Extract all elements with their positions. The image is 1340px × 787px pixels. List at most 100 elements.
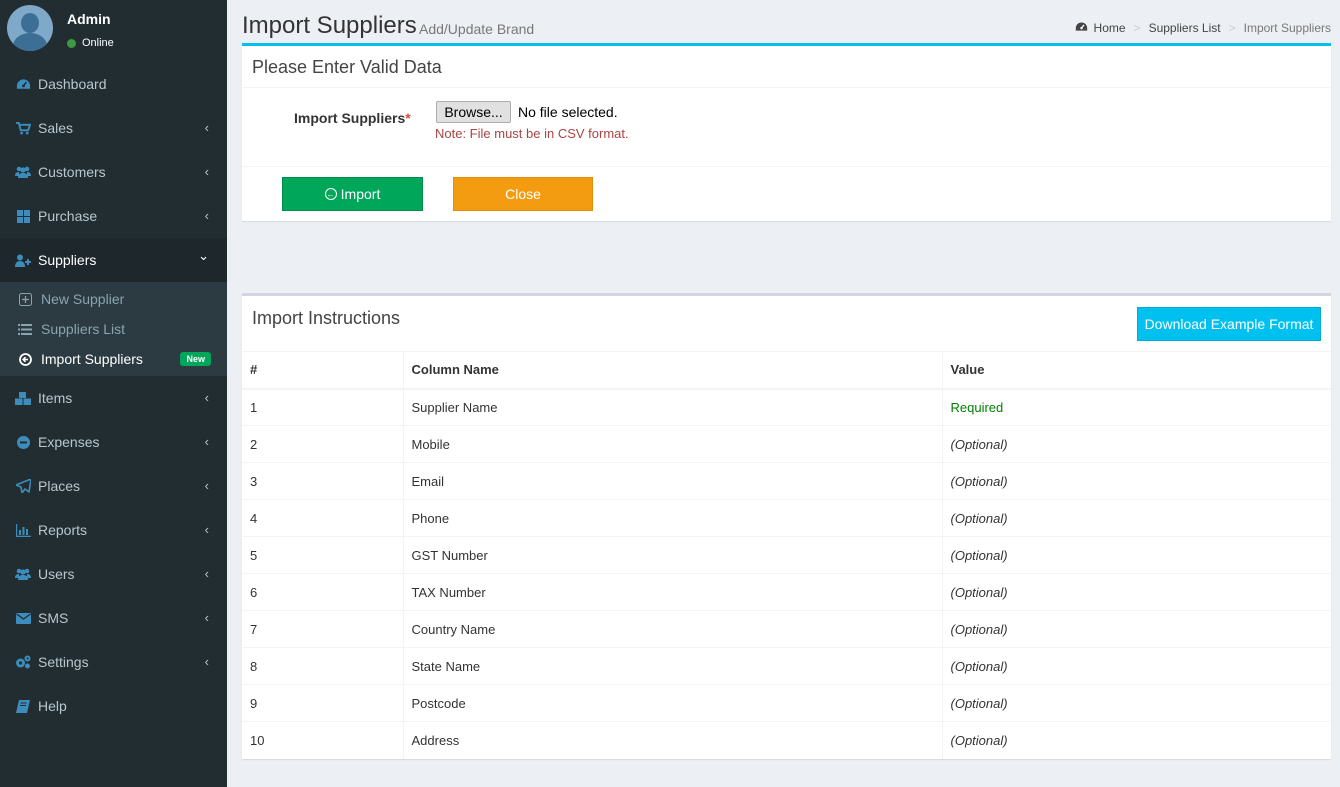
cubes-icon: [15, 391, 31, 405]
import-suppliers-label-text: Import Suppliers: [294, 110, 406, 126]
sidebar-item-label: Customers: [38, 164, 106, 180]
browse-file-button[interactable]: Browse...: [436, 101, 511, 123]
sidebar-item-label: Settings: [38, 654, 89, 670]
list-icon: [17, 323, 33, 335]
sidebar-item-items[interactable]: Items ‹: [0, 376, 227, 420]
chevron-left-icon: ‹: [204, 610, 209, 625]
column-name-cell: Mobile: [403, 425, 943, 463]
cogs-icon: [15, 655, 31, 669]
dashboard-icon: [1075, 21, 1088, 35]
sidebar-menu: Dashboard Sales ‹ Customers ‹ Purchase ‹: [0, 62, 227, 282]
form-box-title: Please Enter Valid Data: [242, 46, 1331, 88]
sidebar-item-sales[interactable]: Sales ‹: [0, 106, 227, 150]
import-suppliers-label: Import Suppliers*: [294, 110, 411, 126]
required-mark: *: [405, 110, 411, 126]
value-cell: (Optional): [942, 499, 1331, 537]
row-number-cell: 6: [242, 573, 404, 611]
column-name-cell: Supplier Name: [403, 388, 943, 426]
table-row: 4 Phone (Optional): [242, 499, 1331, 537]
table-row: 8 State Name (Optional): [242, 647, 1331, 685]
sidebar-item-settings[interactable]: Settings ‹: [0, 640, 227, 684]
sidebar-item-label: Sales: [38, 120, 74, 136]
sidebar-subitem-import-suppliers[interactable]: Import Suppliers New: [0, 344, 227, 374]
sidebar-item-customers[interactable]: Customers ‹: [0, 150, 227, 194]
value-cell: (Optional): [942, 610, 1331, 648]
column-name-cell: Postcode: [403, 684, 943, 722]
minus-circle-icon: [15, 435, 31, 449]
column-name-cell: TAX Number: [403, 573, 943, 611]
table-row: 2 Mobile (Optional): [242, 425, 1331, 463]
sidebar-item-label: Purchase: [38, 208, 98, 224]
value-cell: (Optional): [942, 462, 1331, 500]
suppliers-submenu: New Supplier Suppliers List Import Suppl…: [0, 282, 227, 376]
chevron-left-icon: ‹: [204, 208, 209, 223]
import-instructions-box: Import Instructions Download Example For…: [242, 293, 1331, 759]
sidebar-item-label: Users: [38, 566, 75, 582]
breadcrumb: Home > Suppliers List > Import Suppliers: [1075, 21, 1331, 35]
sidebar-item-dashboard[interactable]: Dashboard: [0, 62, 227, 106]
sidebar-item-purchase[interactable]: Purchase ‹: [0, 194, 227, 238]
breadcrumb-suppliers-list-link[interactable]: Suppliers List: [1149, 21, 1221, 35]
table-row: 10 Address (Optional): [242, 721, 1331, 759]
chevron-down-icon: ⌄: [198, 248, 209, 263]
sidebar-item-expenses[interactable]: Expenses ‹: [0, 420, 227, 464]
sidebar-item-label: Suppliers: [38, 252, 97, 268]
plus-square-icon: [17, 292, 33, 306]
users-icon: [15, 165, 31, 179]
sidebar-menu-2: Items ‹ Expenses ‹ Places ‹ Reports ‹ Us…: [0, 376, 227, 728]
value-cell: (Optional): [942, 425, 1331, 463]
import-button[interactable]: ← Import: [282, 177, 423, 211]
breadcrumb-current: Import Suppliers: [1243, 21, 1331, 35]
column-name-cell: State Name: [403, 647, 943, 685]
chevron-left-icon: ‹: [204, 522, 209, 537]
value-cell: (Optional): [942, 536, 1331, 574]
sidebar-subitem-new-supplier[interactable]: New Supplier: [0, 284, 227, 314]
import-form-box: Please Enter Valid Data Import Suppliers…: [242, 43, 1331, 221]
table-row: 6 TAX Number (Optional): [242, 573, 1331, 611]
column-header-value: Value: [942, 351, 1331, 390]
column-name-cell: Country Name: [403, 610, 943, 648]
sidebar-item-suppliers[interactable]: Suppliers ⌄: [0, 238, 227, 282]
chevron-left-icon: ‹: [204, 478, 209, 493]
sidebar-item-places[interactable]: Places ‹: [0, 464, 227, 508]
sidebar-item-users[interactable]: Users ‹: [0, 552, 227, 596]
new-badge: New: [180, 352, 211, 366]
chevron-left-icon: ‹: [204, 434, 209, 449]
chevron-left-icon: ‹: [204, 164, 209, 179]
chevron-left-icon: ‹: [204, 654, 209, 669]
sidebar: Admin Online Dashboard Sales ‹ Customers…: [0, 0, 227, 787]
sidebar-item-label: Places: [38, 478, 81, 494]
sidebar-subitem-label: Import Suppliers: [41, 351, 143, 367]
file-status-text: No file selected.: [518, 104, 618, 120]
sidebar-item-sms[interactable]: SMS ‹: [0, 596, 227, 640]
arrow-circle-left-icon: ←: [324, 188, 337, 200]
column-name-cell: GST Number: [403, 536, 943, 574]
sidebar-item-label: Reports: [38, 522, 88, 538]
row-number-cell: 8: [242, 647, 404, 685]
user-status-label: Online: [82, 37, 114, 49]
paper-plane-icon: [15, 479, 31, 493]
close-button[interactable]: Close: [453, 177, 593, 211]
sidebar-item-help[interactable]: Help: [0, 684, 227, 728]
cart-icon: [15, 121, 31, 135]
value-cell: (Optional): [942, 647, 1331, 685]
sidebar-subitem-suppliers-list[interactable]: Suppliers List: [0, 314, 227, 344]
row-number-cell: 4: [242, 499, 404, 537]
instructions-table: # Column Name Value 1 Supplier Name Requir…: [242, 351, 1331, 759]
sidebar-subitem-label: New Supplier: [41, 291, 125, 307]
row-number-cell: 9: [242, 684, 404, 722]
avatar[interactable]: [7, 5, 53, 51]
download-example-button[interactable]: Download Example Format: [1137, 307, 1321, 341]
users-icon: [15, 567, 31, 581]
value-cell: Required: [942, 388, 1331, 426]
sidebar-item-label: Help: [38, 698, 67, 714]
breadcrumb-home-link[interactable]: Home: [1094, 21, 1126, 35]
page-title: Import Suppliers: [242, 12, 417, 39]
sidebar-item-reports[interactable]: Reports ‹: [0, 508, 227, 552]
table-header-row: # Column Name Value: [242, 351, 1331, 390]
sidebar-item-label: Dashboard: [38, 76, 107, 92]
row-number-cell: 1: [242, 388, 404, 426]
csv-format-note: Note: File must be in CSV format.: [435, 126, 629, 141]
row-number-cell: 10: [242, 721, 404, 759]
bar-chart-icon: [15, 523, 31, 537]
